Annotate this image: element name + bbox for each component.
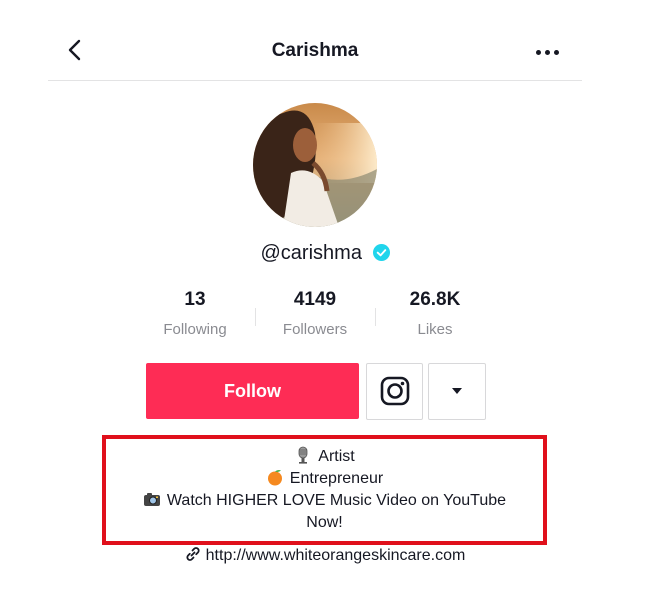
camera-icon	[143, 493, 160, 506]
caret-down-icon	[452, 388, 462, 394]
stat-following[interactable]: 13 Following	[135, 289, 255, 338]
stat-likes[interactable]: 26.8K Likes	[375, 289, 495, 338]
stat-label: Followers	[282, 321, 348, 338]
bio-text: Now!	[306, 514, 343, 531]
instagram-button[interactable]	[366, 363, 423, 420]
stat-value: 4149	[293, 289, 337, 310]
instagram-icon	[380, 376, 410, 406]
orange-icon	[267, 469, 282, 486]
stat-label: Likes	[417, 321, 453, 338]
bio: Artist Entrepreneur Watch HIGHER LOVE Mu…	[102, 446, 547, 534]
verified-badge-icon	[372, 244, 390, 261]
profile-stats: 13 Following 4149 Followers 26.8K Likes	[0, 289, 650, 349]
bio-text: Artist	[318, 448, 355, 465]
bio-line: Watch HIGHER LOVE Music Video on YouTube	[102, 490, 547, 512]
avatar[interactable]	[253, 103, 377, 227]
bio-text: Entrepreneur	[289, 470, 384, 487]
link-url[interactable]: http://www.whiteorangeskincare.com	[206, 547, 466, 564]
more-options-button[interactable]	[428, 363, 486, 420]
microphone-icon	[298, 446, 308, 464]
stat-value: 13	[184, 289, 206, 310]
follow-button[interactable]: Follow	[146, 363, 359, 419]
bio-text: Watch HIGHER LOVE Music Video on YouTube	[166, 492, 507, 509]
bio-line: Artist	[102, 446, 547, 468]
page-title: Carishma	[271, 40, 359, 61]
bio-line: Now!	[102, 512, 547, 534]
username: @carishma	[260, 242, 362, 264]
more-dots-icon[interactable]	[536, 50, 560, 56]
profile-link[interactable]: http://www.whiteorangeskincare.com	[0, 546, 650, 565]
top-bar: Carishma	[48, 20, 582, 81]
bio-line: Entrepreneur	[102, 468, 547, 490]
link-icon	[186, 547, 200, 561]
username-row: @carishma	[0, 242, 650, 265]
stat-value: 26.8K	[409, 289, 461, 310]
stat-label: Following	[163, 321, 227, 338]
profile-photo	[253, 103, 377, 227]
stat-followers[interactable]: 4149 Followers	[255, 289, 375, 338]
